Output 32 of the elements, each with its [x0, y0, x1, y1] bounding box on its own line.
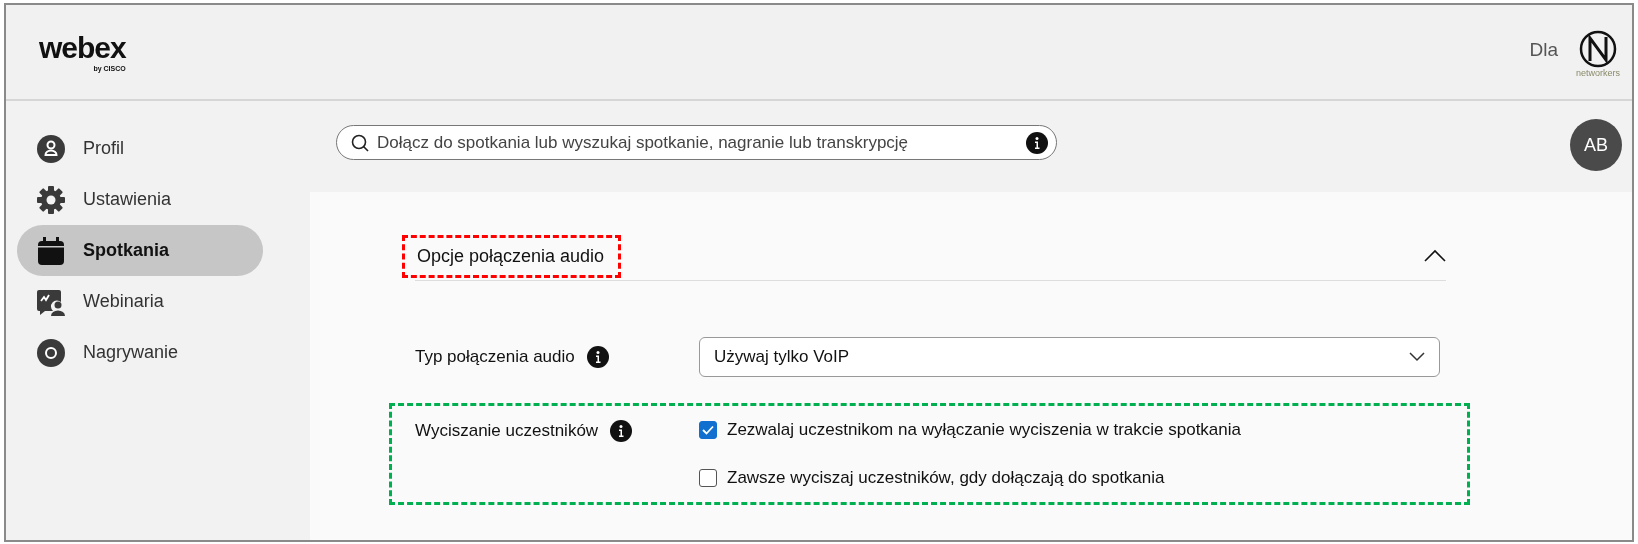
- sidebar-item[interactable]: Webinaria: [17, 276, 263, 327]
- settings-icon: [37, 185, 65, 214]
- sidebar-item[interactable]: Ustawienia: [17, 174, 263, 225]
- field-label: Typ połączenia audio: [415, 347, 575, 367]
- user-avatar[interactable]: AB: [1570, 119, 1622, 171]
- chat-person-icon: [37, 287, 65, 316]
- checkbox-label: Zezwalaj uczestnikom na wyłączanie wyciszenia w trakcie spotkania: [727, 420, 1241, 440]
- checkbox-label: Zawsze wyciszaj uczestników, gdy dołączają do spotkania: [727, 468, 1165, 488]
- search-input[interactable]: Dołącz do spotkania lub wyszukaj spotkanie, nagranie lub transkrypcję: [377, 132, 1018, 153]
- webex-logo: webex: [39, 32, 126, 63]
- info-icon[interactable]: [1026, 131, 1048, 154]
- info-icon[interactable]: [610, 420, 633, 442]
- calendar-icon: [38, 236, 64, 265]
- search-icon: [351, 133, 369, 152]
- user-label: Dla: [1529, 39, 1558, 61]
- chevron-icon[interactable]: [1424, 249, 1446, 263]
- dropdown[interactable]: Używaj tylko VoIP: [699, 337, 1440, 377]
- checkbox[interactable]: [699, 421, 717, 439]
- checkbox[interactable]: [699, 469, 717, 487]
- logo-caption: networkers: [1576, 68, 1620, 78]
- record-icon: [37, 338, 65, 367]
- person-icon: [37, 134, 65, 163]
- sidebar-item[interactable]: Nagrywanie: [17, 327, 263, 378]
- sidebar-item[interactable]: Spotkania: [17, 225, 263, 276]
- search-bar[interactable]: Dołącz do spotkania lub wyszukaj spotkanie, nagranie lub transkrypcję: [336, 125, 1057, 160]
- chevron-down-icon: [1409, 352, 1425, 362]
- logo-icon: [1579, 30, 1617, 68]
- section-title: Opcje połączenia audio: [402, 234, 622, 278]
- info-icon[interactable]: [586, 346, 609, 368]
- checkmark-icon: [702, 425, 714, 435]
- field-label: Wyciszanie uczestników: [415, 421, 599, 441]
- sidebar-item[interactable]: Profil: [17, 123, 263, 174]
